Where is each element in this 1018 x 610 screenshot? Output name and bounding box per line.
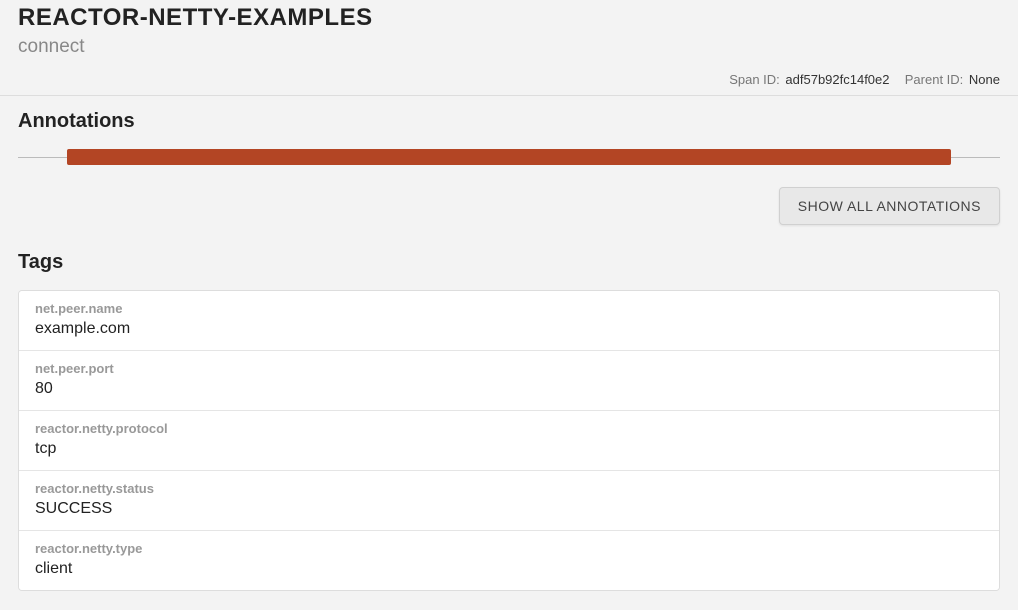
tag-key: reactor.netty.type [35, 541, 983, 556]
span-detail-panel: REACTOR-NETTY-EXAMPLES connect Span ID: … [0, 0, 1018, 609]
tags-list: net.peer.name example.com net.peer.port … [18, 290, 1000, 591]
tag-value: example.com [35, 320, 983, 338]
tag-value: tcp [35, 440, 983, 458]
parent-id-value: None [969, 72, 1000, 87]
annotations-heading: Annotations [18, 110, 1000, 133]
tag-row: reactor.netty.protocol tcp [19, 411, 999, 471]
tags-section: Tags [0, 237, 1018, 274]
header: REACTOR-NETTY-EXAMPLES connect [0, 0, 1018, 58]
tag-key: reactor.netty.status [35, 481, 983, 496]
tag-row: net.peer.name example.com [19, 291, 999, 351]
timeline-span-bar[interactable] [67, 149, 951, 165]
meta-row: Span ID: adf57b92fc14f0e2 Parent ID: Non… [0, 58, 1018, 96]
tag-key: reactor.netty.protocol [35, 421, 983, 436]
span-name: connect [18, 36, 1000, 58]
show-all-annotations-button[interactable]: SHOW ALL ANNOTATIONS [779, 187, 1000, 225]
tag-value: SUCCESS [35, 500, 983, 518]
tag-row: reactor.netty.type client [19, 531, 999, 590]
span-id-label: Span ID: [729, 72, 780, 87]
tag-row: net.peer.port 80 [19, 351, 999, 411]
timeline [18, 149, 1000, 165]
span-id-value: adf57b92fc14f0e2 [785, 72, 889, 87]
annotations-actions: SHOW ALL ANNOTATIONS [0, 187, 1018, 237]
tag-value: client [35, 560, 983, 578]
annotations-section: Annotations [0, 96, 1018, 165]
tag-key: net.peer.name [35, 301, 983, 316]
tag-value: 80 [35, 380, 983, 398]
tag-key: net.peer.port [35, 361, 983, 376]
parent-id-label: Parent ID: [905, 72, 964, 87]
tags-heading: Tags [18, 251, 1000, 274]
tag-row: reactor.netty.status SUCCESS [19, 471, 999, 531]
service-title: REACTOR-NETTY-EXAMPLES [18, 4, 1000, 32]
